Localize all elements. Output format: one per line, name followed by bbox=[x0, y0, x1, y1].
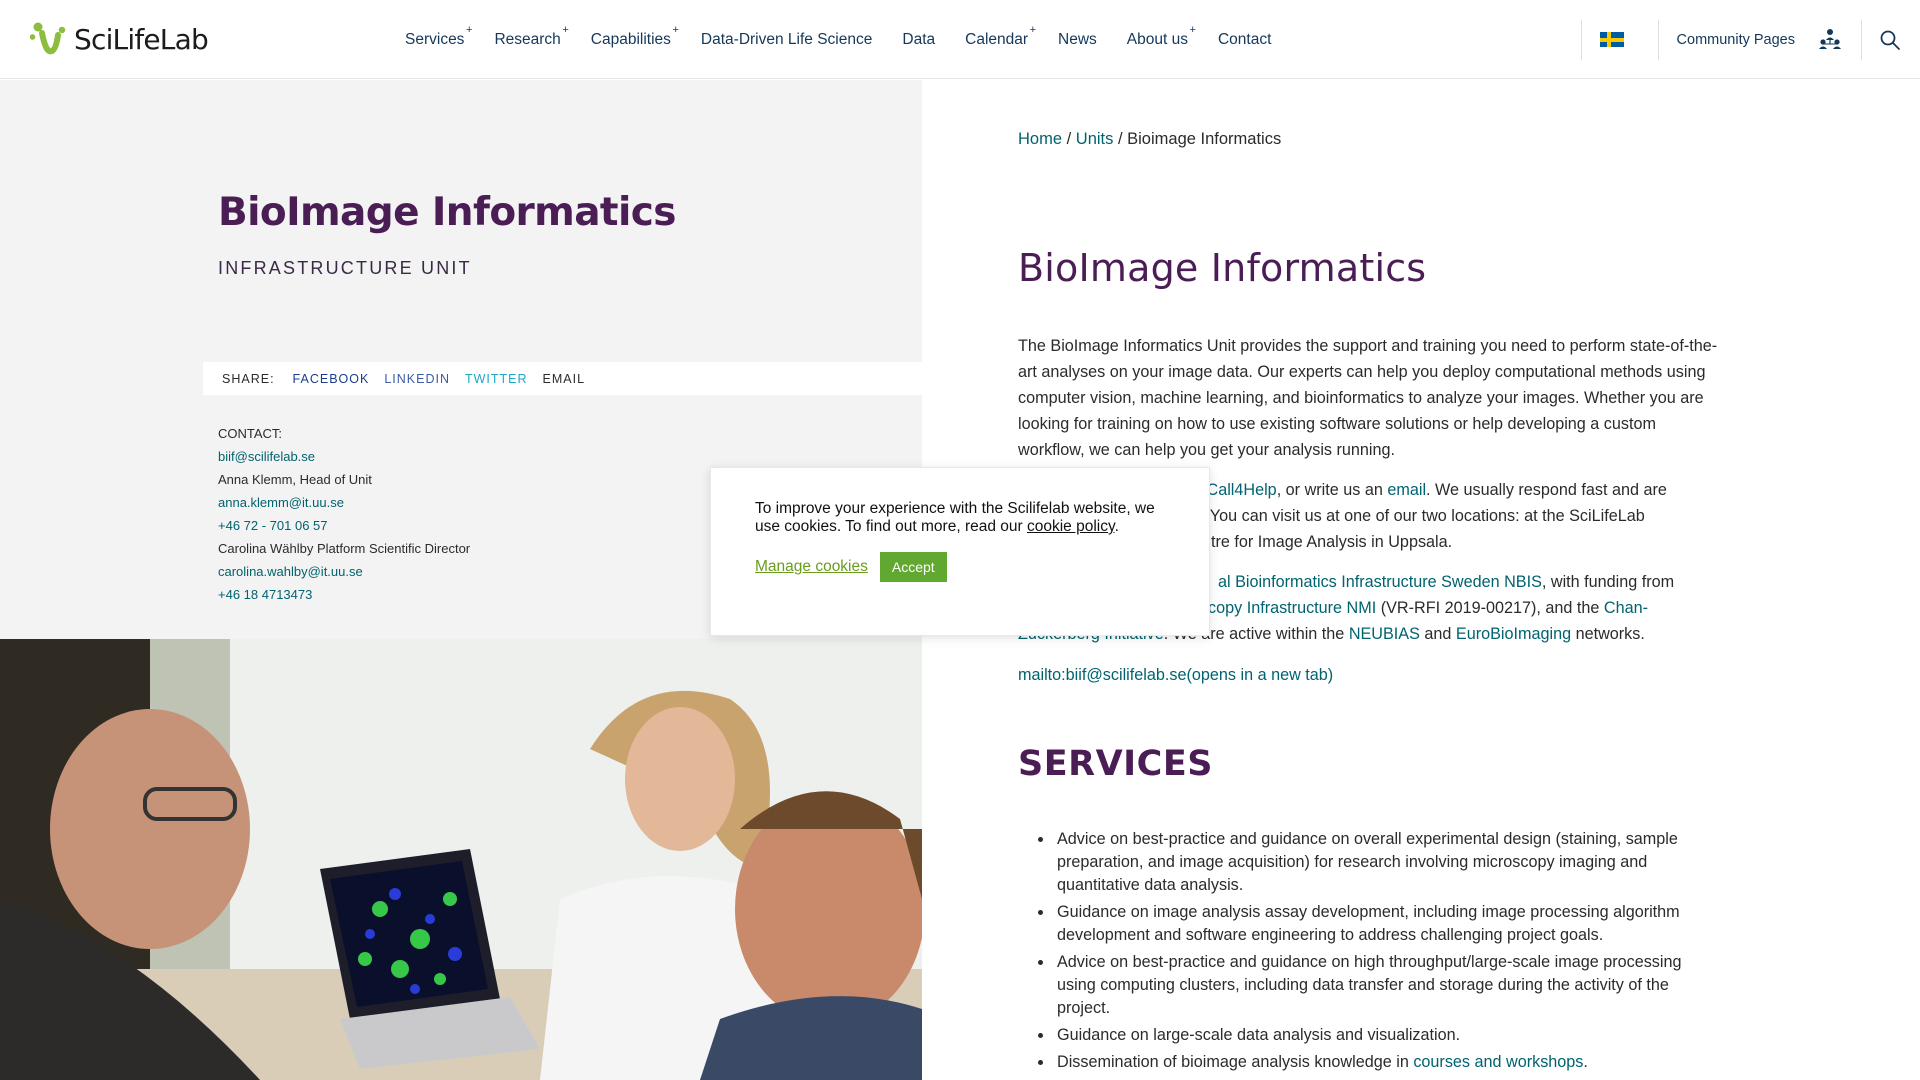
unit-subtitle: INFRASTRUCTURE UNIT bbox=[218, 258, 472, 278]
cookie-policy-link[interactable]: cookie policy bbox=[1027, 518, 1115, 535]
share-label: SHARE: bbox=[222, 371, 275, 386]
search-icon[interactable] bbox=[1878, 28, 1902, 52]
cookie-banner: To improve your experience with the Scil… bbox=[710, 467, 1210, 636]
contact-paragraph-text: , or write us an bbox=[1276, 481, 1388, 499]
contact-person-1-phone[interactable]: +46 72 - 701 06 57 bbox=[218, 514, 470, 537]
email-link[interactable]: email bbox=[1387, 481, 1426, 499]
contact-person-2-email[interactable]: carolina.wahlby@it.uu.se bbox=[218, 560, 470, 583]
courses-workshops-link[interactable]: courses and workshops bbox=[1413, 1053, 1583, 1071]
logo-text: SciLifeLab bbox=[74, 22, 209, 56]
funding-text: (VR-RFI 2019-00217), and the bbox=[1376, 599, 1604, 617]
manage-cookies-link[interactable]: Manage cookies bbox=[755, 558, 868, 576]
nav-ddls[interactable]: Data-Driven Life Science bbox=[701, 31, 872, 49]
nmi-link[interactable]: copy Infrastructure NMI bbox=[1208, 599, 1376, 617]
contact-block: CONTACT: biif@scilifelab.se Anna Klemm, … bbox=[218, 422, 470, 606]
share-twitter-link[interactable]: TWITTER bbox=[465, 372, 528, 386]
share-facebook-link[interactable]: FACEBOOK bbox=[293, 372, 370, 386]
cookie-text: To improve your experience with the Scil… bbox=[755, 500, 1169, 536]
nav-data[interactable]: Data bbox=[902, 31, 935, 49]
list-item: Guidance on image analysis assay develop… bbox=[1038, 901, 1718, 947]
community-people-icon[interactable] bbox=[1817, 27, 1843, 53]
unit-title: BioImage Informatics bbox=[218, 190, 676, 235]
cookie-message-end: . bbox=[1114, 518, 1119, 535]
nav-plus-icon: + bbox=[466, 23, 473, 36]
contact-paragraph-text: . We usually respond fast and are bbox=[1426, 481, 1667, 499]
accept-cookies-button[interactable]: Accept bbox=[879, 552, 947, 582]
nav-about-label: About us bbox=[1126, 30, 1188, 48]
nav-services[interactable]: Services + bbox=[405, 24, 472, 49]
services-list: Advice on best-practice and guidance on … bbox=[1038, 828, 1718, 1078]
list-item: Dissemination of bioimage analysis knowl… bbox=[1038, 1051, 1718, 1074]
nav-plus-icon: + bbox=[1189, 23, 1196, 36]
contact-email-link[interactable]: biif@scilifelab.se bbox=[218, 445, 470, 468]
list-item: Advice on best-practice and guidance on … bbox=[1038, 828, 1718, 897]
site-header: SciLifeLab Services + Research + Capabilit… bbox=[0, 0, 1920, 79]
nav-about[interactable]: About us + bbox=[1126, 24, 1196, 49]
funding-text: and bbox=[1419, 625, 1456, 643]
breadcrumb-separator: / bbox=[1062, 130, 1076, 148]
main-nav: Services + Research + Capabilities + Data-D… bbox=[405, 0, 1301, 79]
breadcrumb-home[interactable]: Home bbox=[1018, 130, 1062, 148]
funding-text: networks. bbox=[1571, 625, 1645, 643]
contact-person-1-email[interactable]: anna.klemm@it.uu.se bbox=[218, 491, 470, 514]
contact-person-2-phone[interactable]: +46 18 4713473 bbox=[218, 583, 470, 606]
nav-calendar[interactable]: Calendar + bbox=[965, 24, 1036, 49]
breadcrumb-current: Bioimage Informatics bbox=[1127, 130, 1282, 148]
mailto-link[interactable]: mailto:biif@scilifelab.se(opens in a new… bbox=[1018, 666, 1333, 684]
list-item: Advice on best-practice and guidance on … bbox=[1038, 951, 1718, 1020]
contact-person-1: Anna Klemm, Head of Unit bbox=[218, 472, 372, 487]
page-title: BioImage Informatics bbox=[1018, 246, 1427, 290]
nav-ddls-label: Data-Driven Life Science bbox=[700, 30, 873, 48]
share-bar: SHARE: FACEBOOK LINKEDIN TWITTER EMAIL bbox=[203, 362, 922, 395]
list-item-text: Dissemination of bioimage analysis knowl… bbox=[1057, 1053, 1414, 1071]
utility-bar: Community Pages bbox=[1580, 0, 1920, 79]
contact-person-2: Carolina Wählby Platform Scientific Dire… bbox=[218, 541, 471, 556]
nav-news-label: News bbox=[1058, 30, 1097, 48]
cookie-actions: Manage cookies Accept bbox=[755, 552, 1169, 582]
share-email-link[interactable]: EMAIL bbox=[543, 372, 586, 386]
nbis-link[interactable]: al Bioinformatics Infrastructure Sweden … bbox=[1218, 573, 1542, 591]
team-photo bbox=[0, 639, 922, 1080]
services-heading: SERVICES bbox=[1018, 744, 1213, 784]
nav-plus-icon: + bbox=[1029, 23, 1037, 36]
share-linkedin-link[interactable]: LINKEDIN bbox=[384, 372, 450, 386]
nav-plus-icon: + bbox=[562, 23, 569, 36]
list-item: Guidance on large-scale data analysis an… bbox=[1038, 1024, 1718, 1047]
scilifelab-logo[interactable]: SciLifeLab bbox=[30, 21, 209, 57]
nav-contact-label: Contact bbox=[1217, 30, 1272, 48]
contact-label: CONTACT: bbox=[218, 426, 283, 441]
intro-paragraph: The BioImage Informatics Unit provides t… bbox=[1018, 337, 1718, 459]
community-pages-link[interactable]: Community Pages bbox=[1677, 32, 1795, 48]
divider bbox=[1580, 19, 1582, 60]
eurobioimaging-link[interactable]: EuroBioImaging bbox=[1456, 625, 1571, 643]
divider bbox=[1657, 19, 1659, 60]
nav-data-label: Data bbox=[902, 30, 936, 48]
nav-contact[interactable]: Contact bbox=[1218, 31, 1271, 49]
breadcrumb-separator: / bbox=[1113, 130, 1128, 148]
logo-mark-icon bbox=[30, 22, 66, 55]
nav-capabilities-label: Capabilities bbox=[590, 30, 671, 48]
list-item-text: . bbox=[1583, 1053, 1588, 1071]
divider bbox=[1861, 19, 1862, 60]
mailto-paragraph: mailto:biif@scilifelab.se(opens in a new… bbox=[1018, 662, 1718, 688]
nav-plus-icon: + bbox=[672, 23, 679, 36]
breadcrumb: Home / Units / Bioimage Informatics bbox=[1018, 130, 1281, 149]
funding-text: , with funding from bbox=[1541, 573, 1675, 591]
team-photo-illustration bbox=[0, 639, 922, 1080]
nav-capabilities[interactable]: Capabilities + bbox=[590, 24, 679, 49]
nav-calendar-label: Calendar bbox=[965, 30, 1029, 48]
nav-news[interactable]: News bbox=[1058, 31, 1097, 49]
swedish-flag-icon[interactable] bbox=[1599, 32, 1624, 47]
nav-research-label: Research bbox=[494, 30, 561, 48]
chan-link[interactable]: Chan- bbox=[1604, 599, 1648, 617]
neubias-link[interactable]: NEUBIAS bbox=[1349, 625, 1420, 643]
nav-research[interactable]: Research + bbox=[494, 24, 568, 49]
nav-services-label: Services bbox=[405, 30, 465, 48]
breadcrumb-units[interactable]: Units bbox=[1076, 130, 1114, 148]
